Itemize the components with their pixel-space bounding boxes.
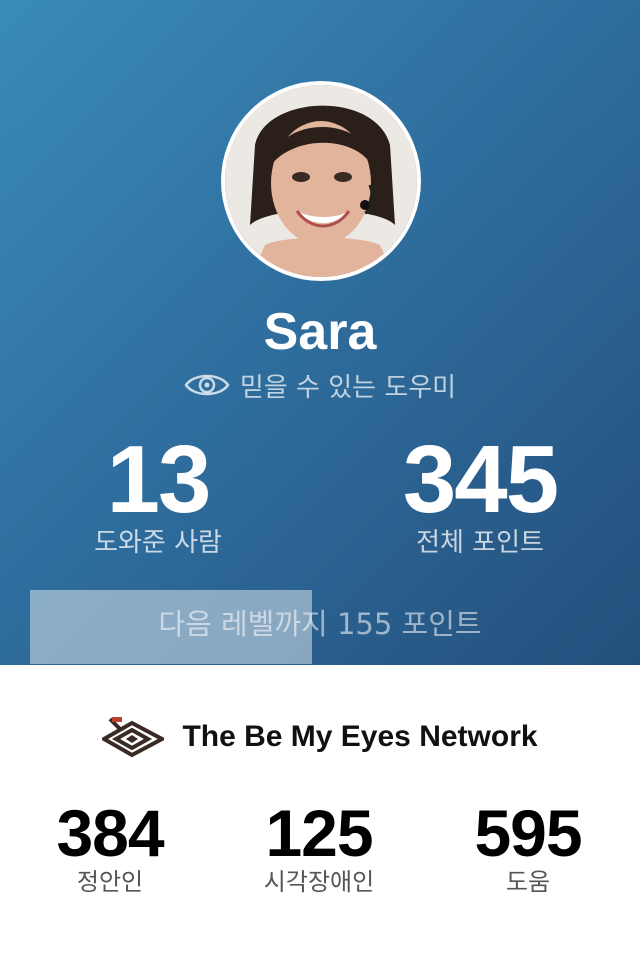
total-points-count: 345 (402, 426, 559, 533)
network-header: The Be My Eyes Network (0, 715, 640, 759)
helper-level-badge: 믿을 수 있는 도우미 (0, 365, 640, 405)
network-title: The Be My Eyes Network (182, 720, 538, 753)
help-count-value: 595 (474, 796, 582, 870)
blind-users-label: 시각장애인 (263, 868, 375, 896)
sighted-volunteers-stat: 384 정안인 (10, 799, 210, 897)
help-count-stat: 595 도움 (428, 799, 628, 897)
helper-level-label: 믿을 수 있는 도우미 (239, 372, 457, 403)
helped-people-count: 13 (106, 426, 212, 533)
helped-people-label: 도와준 사람 (94, 528, 222, 558)
avatar (221, 81, 421, 281)
network-section: The Be My Eyes Network 384 정안인 125 시각장애인… (0, 665, 640, 960)
eye-icon (184, 374, 230, 396)
level-progress-text: 다음 레벨까지 155 포인트 (158, 607, 482, 641)
be-my-eyes-logo-icon (102, 717, 165, 758)
profile-name: Sara (263, 303, 377, 361)
total-points-stat: 345 전체 포인트 (380, 426, 580, 559)
blind-users-count: 125 (265, 796, 373, 870)
sighted-volunteers-label: 정안인 (76, 868, 144, 896)
avatar-portrait (225, 85, 417, 277)
helped-people-stat: 13 도와준 사람 (58, 426, 258, 559)
blind-users-stat: 125 시각장애인 (219, 799, 419, 897)
help-count-label: 도움 (505, 868, 551, 896)
sighted-volunteers-count: 384 (56, 796, 164, 870)
profile-header: Sara 믿을 수 있는 도우미 13 도와준 사람 345 전체 포인트 다음… (0, 0, 640, 665)
